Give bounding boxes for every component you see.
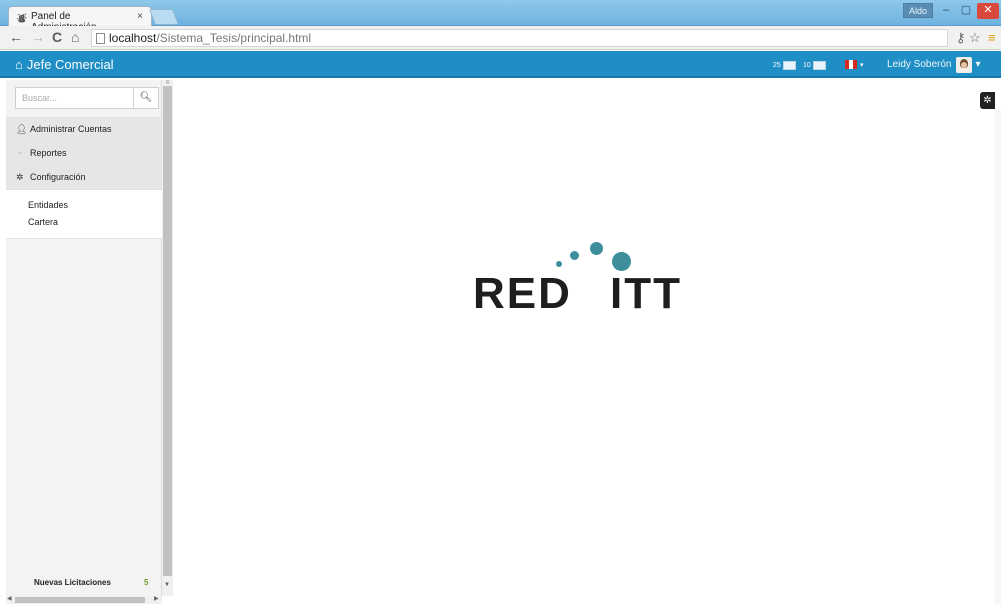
home-icon[interactable]: ⌂ — [71, 29, 79, 46]
window-close-icon[interactable]: ✕ — [977, 3, 999, 19]
scroll-down-arrow-icon[interactable]: ▼ — [164, 582, 170, 588]
scroll-left-arrow-icon[interactable]: ◀ — [7, 595, 12, 602]
submenu-item-entidades[interactable]: Entidades — [28, 197, 162, 214]
chevron-down-icon: ▾ — [860, 61, 864, 69]
search-box: Buscar... 🔍︎ — [15, 87, 159, 109]
envelope-icon — [782, 60, 796, 70]
sidebar-item-label: Configuración — [30, 172, 86, 182]
brand-title: Jefe Comercial — [26, 57, 114, 72]
red-itt-logo: RED ITT — [470, 235, 700, 320]
nuevas-licitaciones-count: 5 — [144, 578, 149, 587]
address-path: /Sistema_Tesis/principal.html — [156, 31, 312, 45]
language-selector[interactable]: ▾ — [845, 60, 864, 69]
logo-dot — [570, 251, 579, 260]
browser-menu-icon[interactable]: ≡ — [988, 29, 996, 46]
notifications-badge[interactable]: 25 — [773, 59, 796, 71]
calendar-icon — [812, 60, 826, 70]
logo-word-itt: ITT — [610, 269, 682, 318]
browser-profile-badge[interactable]: Aldo — [903, 3, 933, 18]
user-icon: 👤︎ — [16, 124, 28, 134]
search-input[interactable]: Buscar... — [16, 88, 134, 108]
notifications-count: 25 — [773, 61, 781, 69]
key-icon[interactable]: ⚷ — [956, 29, 966, 46]
browser-tab[interactable]: ⛇ Panel de Administración × — [8, 6, 152, 33]
page-icon — [96, 32, 105, 44]
scrollbar-thumb[interactable] — [163, 86, 172, 576]
chevron-down-icon: ▾ — [975, 59, 981, 70]
forward-arrow-icon[interactable]: → — [31, 29, 45, 46]
browser-toolbar: ← → C ⌂ localhost/Sistema_Tesis/principa… — [0, 26, 1001, 50]
settings-gear-icon[interactable]: ✲ — [980, 92, 995, 109]
sidebar-item-reportes[interactable]: ◔ Reportes — [6, 141, 162, 165]
back-arrow-icon[interactable]: ← — [9, 29, 23, 46]
brand-link[interactable]: ⌂ Jefe Comercial — [15, 55, 114, 74]
sidebar-item-administrar-cuentas[interactable]: 👤︎ Administrar Cuentas — [6, 117, 162, 141]
avatar — [955, 57, 972, 73]
bookmark-star-icon[interactable]: ☆ — [969, 29, 981, 46]
address-host: localhost — [109, 31, 157, 45]
tab-favicon-icon: ⛇ — [17, 14, 27, 25]
sidebar: Buscar... 🔍︎ 👤︎ Administrar Cuentas ◔ Re… — [6, 80, 162, 596]
logo-dot — [590, 242, 603, 255]
sidebar-scrollbar[interactable]: ≡ ▼ — [162, 80, 173, 596]
tab-close-icon[interactable]: × — [137, 11, 143, 22]
sidebar-horizontal-scrollbar[interactable]: ◀ ▶ — [6, 596, 162, 604]
calendar-badge[interactable]: 10 — [803, 59, 826, 71]
search-icon[interactable]: 🔍︎ — [134, 88, 158, 108]
app-header: ⌂ Jefe Comercial 25 10 ▾ Leidy Soberón ▾ — [0, 51, 1001, 78]
main-scrollbar[interactable] — [995, 110, 1001, 604]
nuevas-licitaciones-link[interactable]: Nuevas Licitaciones 5 — [6, 576, 162, 590]
user-menu[interactable]: Leidy Soberón ▾ — [887, 57, 981, 73]
user-name: Leidy Soberón — [887, 59, 952, 70]
address-bar[interactable]: localhost/Sistema_Tesis/principal.html — [91, 29, 948, 47]
sidebar-item-configuracion[interactable]: ✲ Configuración — [6, 165, 162, 189]
calendar-count: 10 — [803, 61, 811, 69]
submenu-item-cartera[interactable]: Cartera — [28, 214, 162, 231]
sidebar-menu: 👤︎ Administrar Cuentas ◔ Reportes ✲ Conf… — [6, 117, 162, 239]
horizontal-scrollbar-thumb[interactable] — [15, 597, 145, 603]
gear-icon: ✲ — [16, 172, 24, 182]
reload-icon[interactable]: C — [52, 29, 62, 46]
nuevas-licitaciones-label: Nuevas Licitaciones — [34, 578, 111, 587]
configuracion-submenu: Entidades Cartera — [6, 189, 162, 239]
logo-word-red: RED — [473, 269, 572, 318]
browser-tab-strip: ⛇ Panel de Administración × Aldo – ▢ ✕ — [0, 0, 1001, 33]
peru-flag-icon — [845, 60, 857, 69]
sidebar-item-label: Administrar Cuentas — [30, 124, 112, 134]
new-tab-button[interactable] — [149, 9, 179, 25]
logo-dot — [556, 261, 562, 267]
minimize-icon[interactable]: – — [937, 3, 955, 19]
maximize-icon[interactable]: ▢ — [957, 3, 975, 19]
reports-icon: ◔ — [16, 148, 22, 158]
home-icon: ⌂ — [15, 57, 23, 72]
scroll-right-arrow-icon[interactable]: ▶ — [154, 595, 159, 602]
sidebar-item-label: Reportes — [30, 148, 67, 158]
